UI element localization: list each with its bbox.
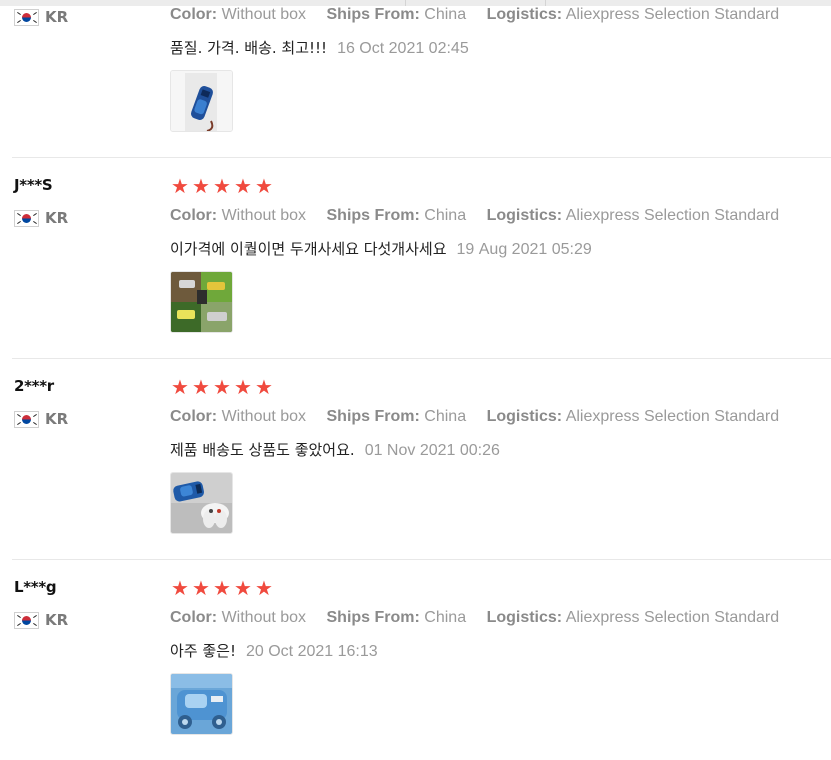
review-photo-thumbnail[interactable] <box>170 271 233 333</box>
color-value: Without box <box>221 207 307 224</box>
review-body: 아주 좋은! 20 Oct 2021 16:13 <box>170 640 378 661</box>
review-text: 아주 좋은! <box>170 642 236 660</box>
star-icon: ★ <box>255 377 273 399</box>
kr-flag-icon <box>14 209 39 227</box>
review-photo-thumbnail[interactable] <box>170 472 233 534</box>
reviewer-name: J***S <box>14 176 53 194</box>
star-icon: ★ <box>171 176 189 198</box>
logistics-label: Logistics: <box>486 609 563 626</box>
review-body: 품질. 가격. 배송. 최고!!! 16 Oct 2021 02:45 <box>170 37 469 58</box>
ships-from-value: China <box>424 609 467 626</box>
country-code: KR <box>45 8 69 26</box>
reviewer-country: KR <box>14 410 68 428</box>
logistics-label: Logistics: <box>486 207 563 224</box>
review-photo-image <box>171 71 232 131</box>
review-photo-image <box>171 473 232 533</box>
reviewer-country: KR <box>14 209 68 227</box>
review-date: 01 Nov 2021 00:26 <box>364 442 500 459</box>
logistics-label: Logistics: <box>486 408 563 425</box>
star-icon: ★ <box>213 578 231 600</box>
star-rating: ★ ★ ★ ★ ★ <box>170 377 274 399</box>
review-body: 제품 배송도 상품도 좋았어요. 01 Nov 2021 00:26 <box>170 439 500 460</box>
country-code: KR <box>45 410 69 428</box>
ships-from-value: China <box>424 408 467 425</box>
ships-from-label: Ships From: <box>326 207 420 224</box>
star-icon: ★ <box>255 578 273 600</box>
review-text: 이가격에 이퀄이면 두개사세요 다섯개사세요 <box>170 240 447 258</box>
review-attributes: Color: Without box Ships From: China Log… <box>170 609 795 627</box>
kr-flag-icon <box>14 8 39 26</box>
logistics-value: Aliexpress Selection Standard <box>565 207 780 224</box>
review-date: 20 Oct 2021 16:13 <box>245 643 378 660</box>
review-item: 2***r KR ★ ★ ★ ★ ★ Color: Without box Sh… <box>0 359 831 560</box>
color-label: Color: <box>170 207 218 224</box>
review-attributes: Color: Without box Ships From: China Log… <box>170 6 795 24</box>
star-icon: ★ <box>213 377 231 399</box>
color-value: Without box <box>221 408 307 425</box>
review-item: L***g KR ★ ★ ★ ★ ★ Color: Without box Sh… <box>0 560 831 760</box>
star-icon: ★ <box>192 176 210 198</box>
review-photo-thumbnail[interactable] <box>170 673 233 735</box>
color-label: Color: <box>170 609 218 626</box>
logistics-value: Aliexpress Selection Standard <box>565 6 780 23</box>
star-icon: ★ <box>255 176 273 198</box>
star-icon: ★ <box>234 377 252 399</box>
country-code: KR <box>45 611 69 629</box>
review-date: 16 Oct 2021 02:45 <box>337 40 469 57</box>
review-attributes: Color: Without box Ships From: China Log… <box>170 207 795 225</box>
color-value: Without box <box>221 609 307 626</box>
star-icon: ★ <box>234 176 252 198</box>
star-icon: ★ <box>192 578 210 600</box>
reviewer-country: KR <box>14 8 68 26</box>
review-date: 19 Aug 2021 05:29 <box>456 241 592 258</box>
review-photo-thumbnail[interactable] <box>170 70 233 132</box>
logistics-value: Aliexpress Selection Standard <box>565 609 780 626</box>
logistics-value: Aliexpress Selection Standard <box>565 408 780 425</box>
review-text: 품질. 가격. 배송. 최고!!! <box>170 39 328 57</box>
review-attributes: Color: Without box Ships From: China Log… <box>170 408 795 426</box>
review-photo-image <box>171 272 232 332</box>
kr-flag-icon <box>14 611 39 629</box>
color-label: Color: <box>170 6 218 23</box>
reviewer-country: KR <box>14 611 68 629</box>
review-item: J***S KR ★ ★ ★ ★ ★ Color: Without box Sh… <box>0 158 831 359</box>
ships-from-label: Ships From: <box>326 609 420 626</box>
star-rating: ★ ★ ★ ★ ★ <box>170 578 274 600</box>
review-text: 제품 배송도 상품도 좋았어요. <box>170 441 355 459</box>
review-item: KR Color: Without box Ships From: China … <box>0 0 831 158</box>
reviewer-name: L***g <box>14 578 57 596</box>
color-label: Color: <box>170 408 218 425</box>
ships-from-value: China <box>424 207 467 224</box>
star-icon: ★ <box>171 377 189 399</box>
star-icon: ★ <box>213 176 231 198</box>
color-value: Without box <box>221 6 307 23</box>
ships-from-label: Ships From: <box>326 408 420 425</box>
reviewer-name: 2***r <box>14 377 54 395</box>
review-photo-image <box>171 674 232 734</box>
star-icon: ★ <box>234 578 252 600</box>
kr-flag-icon <box>14 410 39 428</box>
star-icon: ★ <box>192 377 210 399</box>
ships-from-label: Ships From: <box>326 6 420 23</box>
ships-from-value: China <box>424 6 467 23</box>
star-rating: ★ ★ ★ ★ ★ <box>170 176 274 198</box>
country-code: KR <box>45 209 69 227</box>
star-icon: ★ <box>171 578 189 600</box>
logistics-label: Logistics: <box>486 6 563 23</box>
review-body: 이가격에 이퀄이면 두개사세요 다섯개사세요 19 Aug 2021 05:29 <box>170 238 592 259</box>
